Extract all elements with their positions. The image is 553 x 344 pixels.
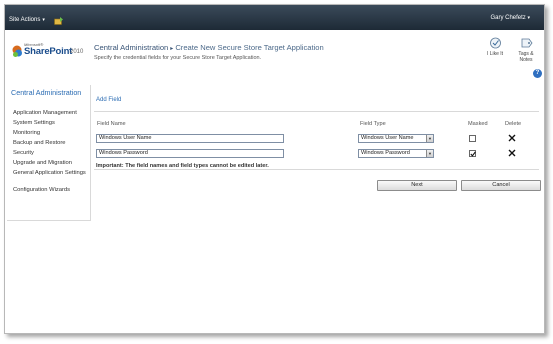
column-header-field-type: Field Type	[360, 121, 386, 127]
sidebar-list: Application Management System Settings M…	[13, 110, 91, 197]
tags-notes-icon	[521, 38, 532, 48]
field-type-select[interactable]: Windows Password ▼	[358, 149, 434, 158]
site-actions-label: Site Actions	[9, 17, 41, 23]
i-like-it-icon	[489, 37, 501, 49]
site-actions-menu[interactable]: Site Actions ▾	[9, 17, 45, 23]
chevron-down-icon: ▾	[42, 17, 45, 23]
dropdown-arrow-icon: ▼	[426, 135, 433, 142]
delete-x-icon[interactable]	[508, 149, 516, 157]
sharepoint-logo-icon	[12, 45, 22, 57]
cancel-button[interactable]: Cancel	[461, 180, 541, 191]
divider	[94, 169, 539, 170]
field-type-value: Windows User Name	[361, 135, 414, 141]
delete-x-icon[interactable]	[508, 134, 516, 142]
breadcrumb-separator-icon: ▸	[170, 46, 174, 52]
title-area: Microsoft® SharePoint 2010 Central Admin…	[5, 30, 544, 75]
divider	[94, 111, 539, 112]
masked-checkbox[interactable]	[469, 150, 476, 157]
logo-year-text: 2010	[70, 49, 84, 55]
sharepoint-logo[interactable]: Microsoft® SharePoint 2010	[10, 42, 90, 64]
navigate-up-icon[interactable]	[54, 16, 64, 25]
sidebar-item-application-management[interactable]: Application Management	[13, 110, 91, 120]
field-type-select[interactable]: Windows User Name ▼	[358, 134, 434, 143]
sidebar-item-system-settings[interactable]: System Settings	[13, 120, 91, 130]
field-name-input[interactable]: Windows Password	[96, 149, 284, 158]
user-menu[interactable]: Gary Chefetz ▾	[490, 15, 530, 21]
breadcrumb-root[interactable]: Central Administration	[94, 43, 168, 52]
sidebar-item-monitoring[interactable]: Monitoring	[13, 130, 91, 140]
dropdown-arrow-icon: ▼	[426, 150, 433, 157]
user-name-label: Gary Chefetz	[490, 15, 526, 21]
sidebar-item-backup-restore[interactable]: Backup and Restore	[13, 140, 91, 150]
window-frame: Site Actions ▾ Gary Chefetz ▾ Microsoft® …	[4, 4, 545, 334]
tags-notes-button[interactable]: Tags & Notes	[513, 37, 539, 63]
tags-notes-label-2: Notes	[519, 57, 533, 63]
column-header-delete: Delete	[505, 121, 522, 127]
checkmark-icon	[470, 151, 476, 157]
help-icon[interactable]: ?	[533, 69, 542, 78]
next-button[interactable]: Next	[377, 180, 457, 191]
ribbon-bar: Site Actions ▾ Gary Chefetz ▾	[5, 5, 544, 30]
column-header-field-name: Field Name	[97, 121, 126, 127]
masked-checkbox[interactable]	[469, 135, 476, 142]
column-header-masked: Masked	[468, 121, 488, 127]
breadcrumb: Central Administration ▸ Create New Secure…	[94, 43, 324, 52]
i-like-it-button[interactable]: I Like It	[484, 37, 506, 57]
sidebar-heading[interactable]: Central Administration	[11, 89, 89, 97]
field-name-input[interactable]: Windows User Name	[96, 134, 284, 143]
add-field-link[interactable]: Add Field	[96, 97, 121, 103]
logo-product-text: SharePoint	[24, 46, 73, 57]
chevron-down-icon: ▾	[527, 15, 530, 21]
sidebar-item-general-application-settings[interactable]: General Application Settings	[13, 170, 91, 187]
field-type-value: Windows Password	[361, 150, 410, 156]
sidebar-item-upgrade-migration[interactable]: Upgrade and Migration	[13, 160, 91, 170]
page-title: Create New Secure Store Target Applicati…	[175, 43, 324, 52]
i-like-it-label: I Like It	[486, 51, 504, 57]
left-navigation: Central Administration Application Manag…	[7, 85, 91, 221]
sidebar-item-security[interactable]: Security	[13, 150, 91, 160]
sidebar-item-configuration-wizards[interactable]: Configuration Wizards	[13, 187, 91, 197]
page-description: Specify the credential fields for your S…	[94, 55, 262, 61]
